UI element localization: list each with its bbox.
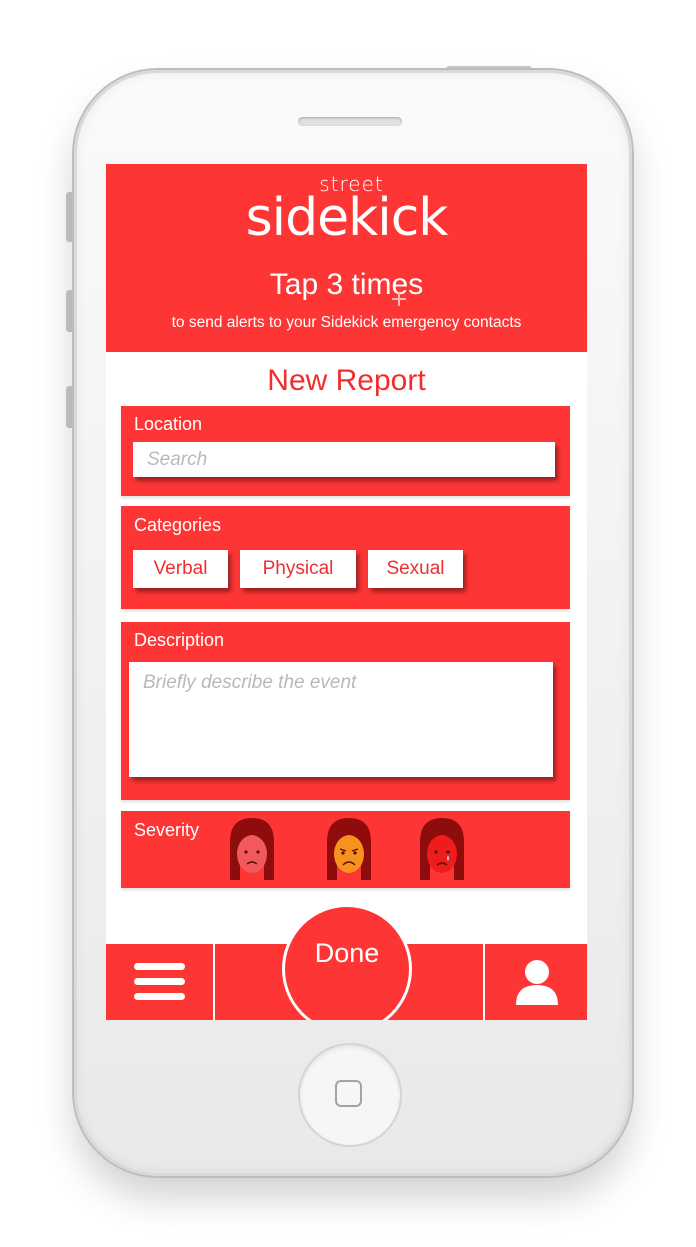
severity-severe-crying-face-icon[interactable] xyxy=(414,816,470,882)
user-profile-icon[interactable] xyxy=(485,944,587,1020)
location-label: Location xyxy=(134,414,203,434)
severity-moderate-frowning-face-icon[interactable] xyxy=(321,816,377,882)
crosshair-cursor-icon xyxy=(392,292,406,306)
brand-logo: sidekick xyxy=(245,188,449,248)
categories-panel: Categories Verbal Physical Sexual xyxy=(121,506,570,609)
volume-up-button xyxy=(66,290,74,332)
hamburger-menu-icon[interactable] xyxy=(106,944,213,1020)
tap-subtitle: to send alerts to your Sidekick emergenc… xyxy=(171,314,522,331)
description-panel: Description xyxy=(121,622,570,800)
done-button[interactable]: Done xyxy=(282,904,412,1020)
tap-title: Tap 3 times xyxy=(269,268,424,301)
categories-label: Categories xyxy=(134,515,222,535)
severity-mild-sad-face-icon[interactable] xyxy=(224,816,280,882)
page-title: New Report xyxy=(267,364,426,397)
done-label: Done xyxy=(314,938,380,968)
category-sexual-button[interactable]: Sexual xyxy=(368,550,463,588)
mute-switch xyxy=(66,192,74,242)
home-square-icon xyxy=(335,1080,362,1107)
category-verbal-button[interactable]: Verbal xyxy=(133,550,228,588)
location-panel: Location xyxy=(121,406,570,496)
home-button[interactable] xyxy=(298,1043,402,1147)
alert-header[interactable]: street sidekick Tap 3 times to send aler… xyxy=(106,164,587,352)
category-physical-button[interactable]: Physical xyxy=(240,550,356,588)
tab-divider-left xyxy=(213,944,215,1020)
app-screen: street sidekick Tap 3 times to send aler… xyxy=(106,164,587,1020)
description-label: Description xyxy=(134,630,225,650)
description-textarea[interactable] xyxy=(129,662,553,777)
earpiece-speaker xyxy=(298,117,402,126)
severity-label: Severity xyxy=(134,820,200,840)
severity-panel: Severity xyxy=(121,811,570,888)
volume-down-button xyxy=(66,386,74,428)
location-search-input[interactable] xyxy=(133,442,555,477)
